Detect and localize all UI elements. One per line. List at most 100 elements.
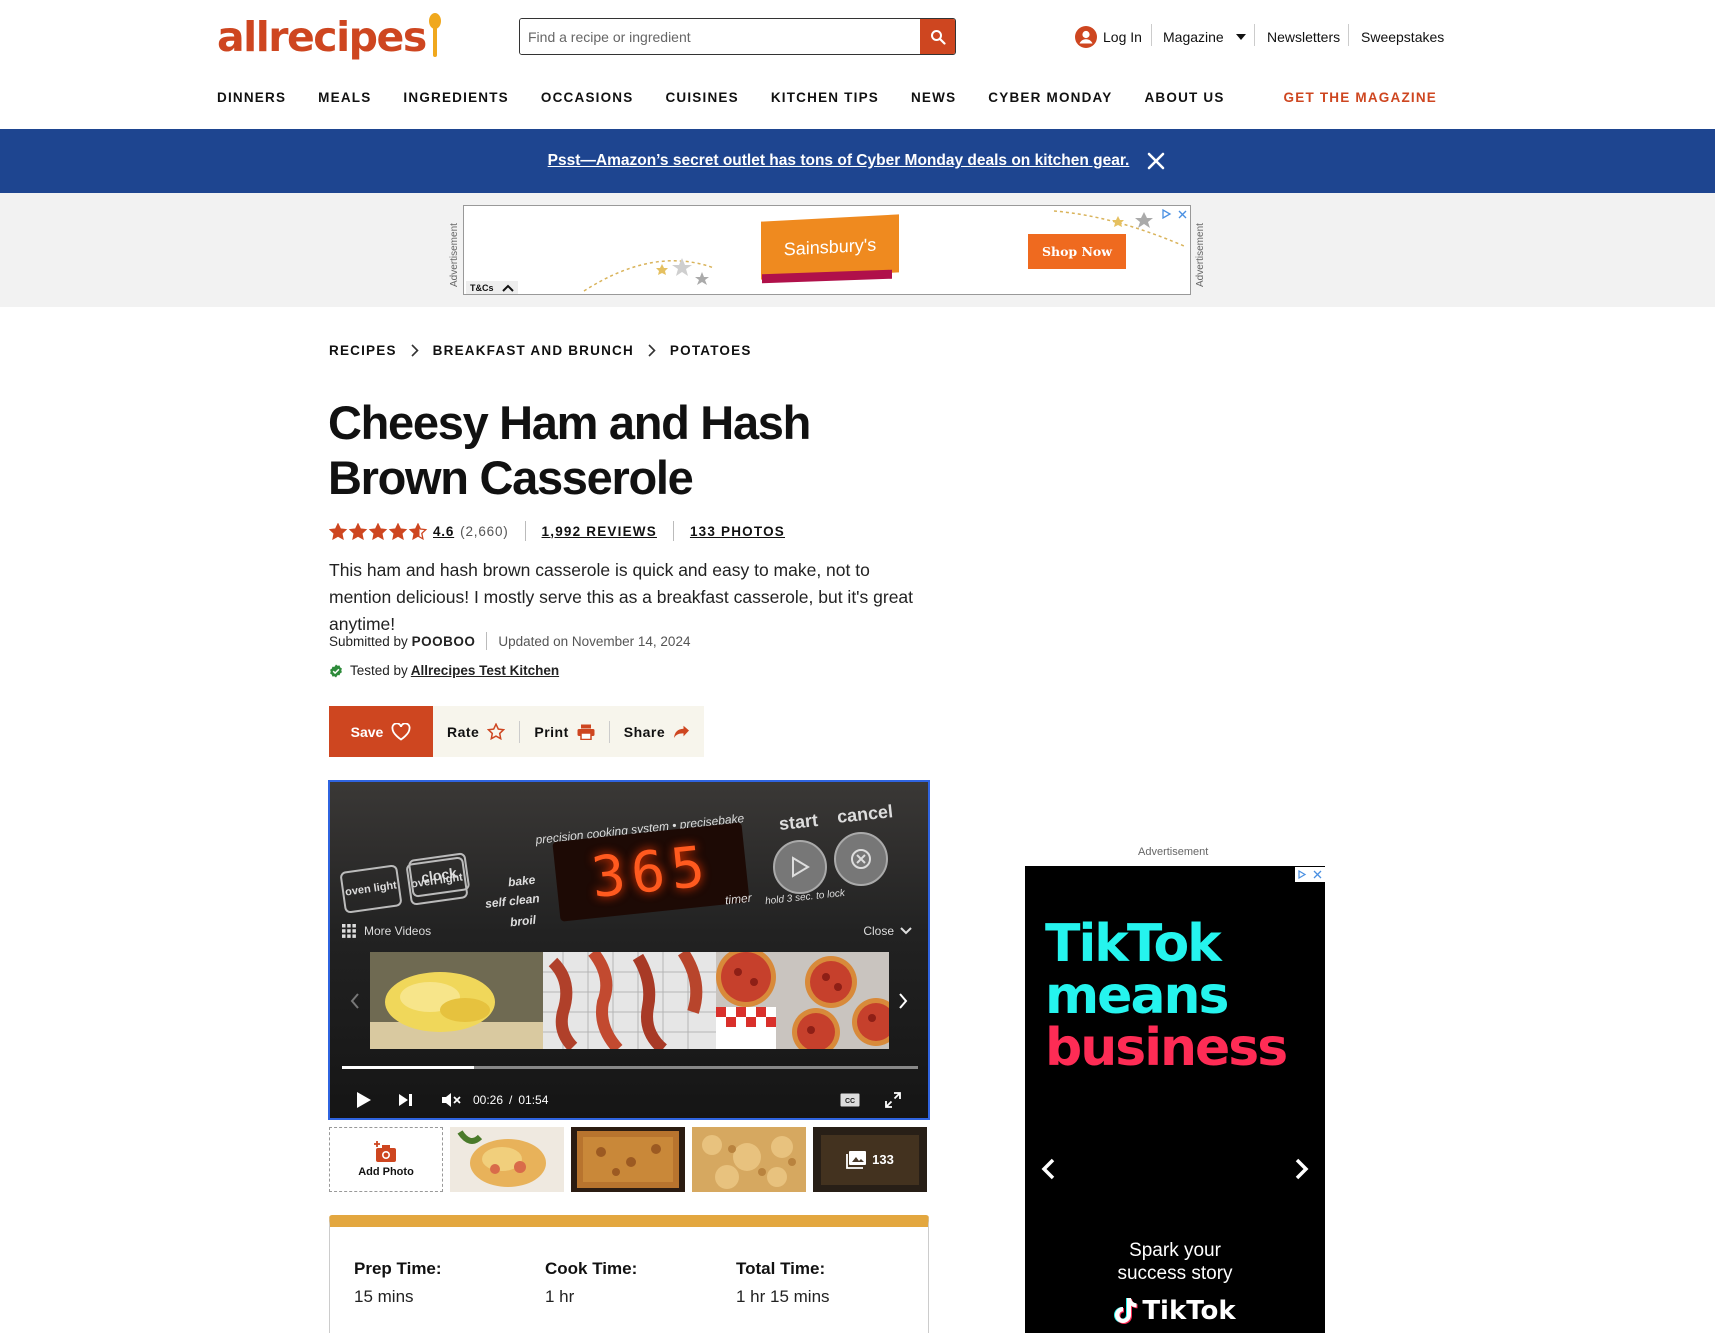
- author-name[interactable]: POOBOO: [412, 634, 476, 649]
- nav-item-kitchen-tips[interactable]: KITCHEN TIPS: [771, 90, 879, 105]
- captions-button[interactable]: CC: [840, 1093, 860, 1107]
- side-ad-line2: means: [1045, 966, 1230, 1026]
- tested-prefix: Tested by: [350, 663, 408, 678]
- photo-thumb-3[interactable]: [692, 1127, 806, 1192]
- side-ad[interactable]: TikTok means business Spark your success…: [1025, 866, 1325, 1333]
- side-ad-next-button[interactable]: [1287, 1149, 1317, 1189]
- video-progress-bar[interactable]: [342, 1066, 918, 1069]
- promo-close-button[interactable]: [1145, 150, 1167, 172]
- duration: 01:54: [518, 1093, 549, 1107]
- star-rating[interactable]: [329, 522, 427, 540]
- side-ad-brand: TikTok: [1025, 1296, 1325, 1326]
- top-ad-strip: Advertisement Advertisement Sainsbury's …: [0, 193, 1715, 307]
- search-button[interactable]: [920, 19, 955, 54]
- strip-next-button[interactable]: [890, 952, 916, 1049]
- ad-tcs-label: T&Cs: [470, 283, 494, 293]
- newsletters-label: Newsletters: [1267, 29, 1341, 45]
- add-photo-button[interactable]: Add Photo: [329, 1127, 443, 1192]
- allrecipes-logo[interactable]: allrecipes: [217, 12, 442, 62]
- chevron-down-icon: [900, 927, 912, 935]
- promo-link[interactable]: Psst—Amazon’s secret outlet has tons of …: [548, 152, 1130, 170]
- breadcrumb-potatoes[interactable]: POTATOES: [670, 343, 752, 358]
- related-video-pizza[interactable]: [716, 952, 890, 1049]
- test-kitchen-link[interactable]: Allrecipes Test Kitchen: [411, 663, 559, 678]
- skip-next-icon: [399, 1094, 412, 1106]
- adchoices-icon[interactable]: [1160, 207, 1174, 221]
- nav-item-meals[interactable]: MEALS: [318, 90, 371, 105]
- nav-item-occasions[interactable]: OCCASIONS: [541, 90, 634, 105]
- chevron-right-icon: [899, 992, 908, 1009]
- reviews-link[interactable]: 1,992 REVIEWS: [542, 524, 657, 539]
- photos-link[interactable]: 133 PHOTOS: [690, 524, 785, 539]
- login-link[interactable]: Log In: [1075, 24, 1142, 50]
- ad-label-left: Advertisement: [449, 223, 460, 287]
- top-ad-banner[interactable]: Sainsbury's Shop Now T&Cs: [463, 205, 1191, 295]
- chevron-right-icon: [648, 344, 656, 357]
- prep-time-value: 15 mins: [354, 1287, 414, 1306]
- search-bar: [519, 18, 956, 55]
- print-button[interactable]: Print: [534, 724, 595, 740]
- nav-item-dinners[interactable]: DINNERS: [217, 90, 286, 105]
- related-video-bacon[interactable]: [543, 952, 716, 1049]
- ad-close-icon[interactable]: [1175, 207, 1189, 221]
- total-time: Total Time: 1 hr 15 mins: [736, 1259, 830, 1307]
- sweepstakes-link[interactable]: Sweepstakes: [1361, 24, 1444, 50]
- video-player[interactable]: precision cooking system • precisebake 3…: [328, 780, 930, 1120]
- more-videos-toggle[interactable]: More Videos: [342, 924, 431, 938]
- side-ad-sub1: Spark your: [1129, 1240, 1221, 1261]
- play-icon: [357, 1092, 371, 1108]
- get-magazine-link[interactable]: GET THE MAGAZINE: [1284, 90, 1437, 105]
- rating-row: 4.6 (2,660) 1,992 REVIEWS 133 PHOTOS: [329, 520, 785, 542]
- newsletters-link[interactable]: Newsletters: [1267, 24, 1340, 50]
- rate-button[interactable]: Rate: [447, 723, 506, 740]
- mute-button[interactable]: [441, 1092, 461, 1108]
- nav-item-cyber-monday[interactable]: CYBER MONDAY: [988, 90, 1112, 105]
- save-button[interactable]: Save: [329, 706, 433, 757]
- verified-check-icon: [330, 664, 342, 677]
- rating-value[interactable]: 4.6: [433, 524, 454, 539]
- chevron-left-icon: [350, 992, 359, 1009]
- share-button[interactable]: Share: [624, 724, 690, 740]
- photo-thumb-2[interactable]: [571, 1127, 685, 1192]
- strip-prev-button[interactable]: [342, 952, 368, 1049]
- share-arrow-icon: [674, 725, 690, 738]
- related-video-eggs[interactable]: [370, 952, 543, 1049]
- nav-item-cuisines[interactable]: CUISINES: [665, 90, 738, 105]
- close-more-videos-button[interactable]: Close: [863, 924, 912, 938]
- ad-shop-now-button[interactable]: Shop Now: [1028, 234, 1126, 269]
- nav-item-ingredients[interactable]: INGREDIENTS: [403, 90, 508, 105]
- adchoices-icon[interactable]: [1295, 867, 1310, 882]
- search-input[interactable]: [520, 19, 920, 54]
- fullscreen-button[interactable]: [885, 1092, 901, 1108]
- star-icon: [349, 522, 367, 540]
- nav-item-about-us[interactable]: ABOUT US: [1144, 90, 1224, 105]
- breadcrumb-breakfast[interactable]: BREAKFAST AND BRUNCH: [433, 343, 634, 358]
- header-divider: [1151, 24, 1152, 46]
- star-outline-icon: [487, 723, 506, 740]
- photo-thumb-1[interactable]: [450, 1127, 564, 1192]
- rating-divider: [672, 521, 674, 541]
- user-icon: [1075, 26, 1097, 48]
- cook-time-value: 1 hr: [545, 1287, 575, 1306]
- side-ad-prev-button[interactable]: [1033, 1149, 1063, 1189]
- breadcrumb-recipes[interactable]: RECIPES: [329, 343, 397, 358]
- star-icon: [329, 522, 347, 540]
- prep-time: Prep Time: 15 mins: [354, 1259, 442, 1307]
- ad-label-right: Advertisement: [1195, 223, 1206, 287]
- play-button[interactable]: [356, 1091, 372, 1109]
- header-divider: [1254, 24, 1255, 46]
- cook-time: Cook Time: 1 hr: [545, 1259, 637, 1307]
- next-video-button[interactable]: [398, 1093, 413, 1107]
- sweepstakes-label: Sweepstakes: [1361, 29, 1445, 45]
- more-videos-label: More Videos: [364, 924, 432, 938]
- nav-item-news[interactable]: NEWS: [911, 90, 956, 105]
- magazine-dropdown[interactable]: Magazine: [1163, 24, 1246, 50]
- star-icon: [369, 522, 387, 540]
- ad-tcs-toggle[interactable]: T&Cs: [466, 281, 518, 294]
- spoon-icon: [428, 13, 441, 57]
- side-ad-close-icon[interactable]: [1310, 867, 1325, 882]
- photo-gallery-thumb[interactable]: 133: [813, 1127, 927, 1192]
- current-time: 00:26: [473, 1093, 504, 1107]
- tiktok-logo-icon: [1114, 1298, 1138, 1324]
- svg-text:CC: CC: [845, 1098, 855, 1105]
